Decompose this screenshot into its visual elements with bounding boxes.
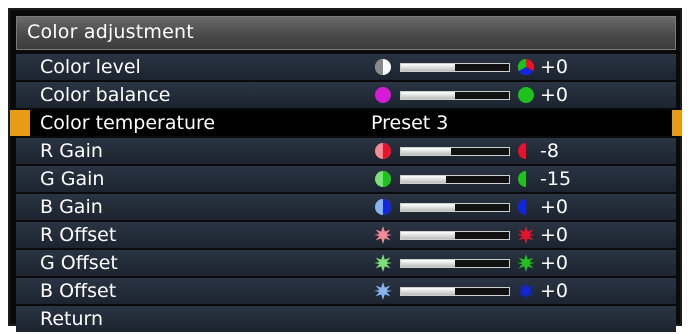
menu-row-label: Color temperature <box>40 112 216 134</box>
slider-value: -8 <box>540 140 559 162</box>
slider-fill <box>401 232 455 239</box>
menu-row-r-offset[interactable]: R Offset +0 <box>16 222 676 248</box>
menu-title: Color adjustment <box>27 21 194 43</box>
slider-fill <box>401 148 451 155</box>
menu-row-color-balance[interactable]: Color balance +0 <box>16 82 676 108</box>
menu-row-label: B Gain <box>40 196 103 218</box>
slider-value: +0 <box>540 280 569 302</box>
g-gain-slider[interactable]: -15 <box>374 166 574 192</box>
g-offset-slider[interactable]: +0 <box>374 250 574 276</box>
blue-half-circle-icon <box>374 198 392 216</box>
menu-row-return[interactable]: Return <box>16 306 676 332</box>
slider-value: +0 <box>540 224 569 246</box>
slider-fill <box>401 288 455 295</box>
menu-row-label: Color balance <box>40 84 171 106</box>
slider-track <box>400 147 510 156</box>
menu-row-r-gain[interactable]: R Gain -8 <box>16 138 676 164</box>
slider-track <box>400 63 510 72</box>
red-half-circle-icon <box>517 142 535 160</box>
green-half-circle-icon <box>374 170 392 188</box>
light-green-star-icon <box>374 254 392 272</box>
r-gain-slider[interactable]: -8 <box>374 138 574 164</box>
menu-row-g-offset[interactable]: G Offset +0 <box>16 250 676 276</box>
menu-row-label: Return <box>40 308 104 330</box>
slider-value: +0 <box>540 56 569 78</box>
slider-fill <box>401 260 455 267</box>
slider-fill <box>401 204 455 211</box>
slider-fill <box>401 64 455 71</box>
green-half-circle-icon <box>517 170 535 188</box>
color-temperature-value[interactable]: Preset 3 <box>371 110 448 136</box>
menu-list: Color level +0 Color balance +0 Color te… <box>10 54 682 334</box>
slider-track <box>400 231 510 240</box>
slider-fill <box>401 176 447 183</box>
b-offset-slider[interactable]: +0 <box>374 278 574 304</box>
light-blue-star-icon <box>374 282 392 300</box>
menu-row-label: B Offset <box>40 280 117 302</box>
slider-track <box>400 287 510 296</box>
blue-half-circle-icon <box>517 198 535 216</box>
color-level-slider[interactable]: +0 <box>374 54 574 80</box>
slider-value: +0 <box>540 84 569 106</box>
green-star-icon <box>517 254 535 272</box>
slider-track <box>400 203 510 212</box>
slider-fill <box>401 92 455 99</box>
color-adjustment-panel: Color adjustment Color level +0 Color ba… <box>8 8 682 332</box>
red-star-icon <box>517 226 535 244</box>
rgb-wheel-icon <box>517 58 535 76</box>
menu-row-label: Color level <box>40 56 141 78</box>
menu-row-b-offset[interactable]: B Offset +0 <box>16 278 676 304</box>
menu-row-color-level[interactable]: Color level +0 <box>16 54 676 80</box>
green-dot-icon <box>517 86 535 104</box>
menu-row-label: G Offset <box>40 252 118 274</box>
blue-star-icon <box>517 282 535 300</box>
r-offset-slider[interactable]: +0 <box>374 222 574 248</box>
magenta-dot-icon <box>374 86 392 104</box>
menu-title-bar: Color adjustment <box>16 16 676 50</box>
b-gain-slider[interactable]: +0 <box>374 194 574 220</box>
menu-row-label: R Gain <box>40 140 103 162</box>
slider-track <box>400 259 510 268</box>
red-half-circle-icon <box>374 142 392 160</box>
menu-row-label: R Offset <box>40 224 117 246</box>
slider-value: -15 <box>540 168 572 190</box>
menu-row-g-gain[interactable]: G Gain -15 <box>16 166 676 192</box>
slider-value: +0 <box>540 252 569 274</box>
color-balance-slider[interactable]: +0 <box>374 82 574 108</box>
slider-track <box>400 175 510 184</box>
menu-row-label: G Gain <box>40 168 105 190</box>
menu-row-color-temperature[interactable]: Color temperature Preset 3 <box>10 110 682 136</box>
pink-star-icon <box>374 226 392 244</box>
contrast-gray-icon <box>374 58 392 76</box>
slider-value: +0 <box>540 196 569 218</box>
slider-track <box>400 91 510 100</box>
menu-row-b-gain[interactable]: B Gain +0 <box>16 194 676 220</box>
